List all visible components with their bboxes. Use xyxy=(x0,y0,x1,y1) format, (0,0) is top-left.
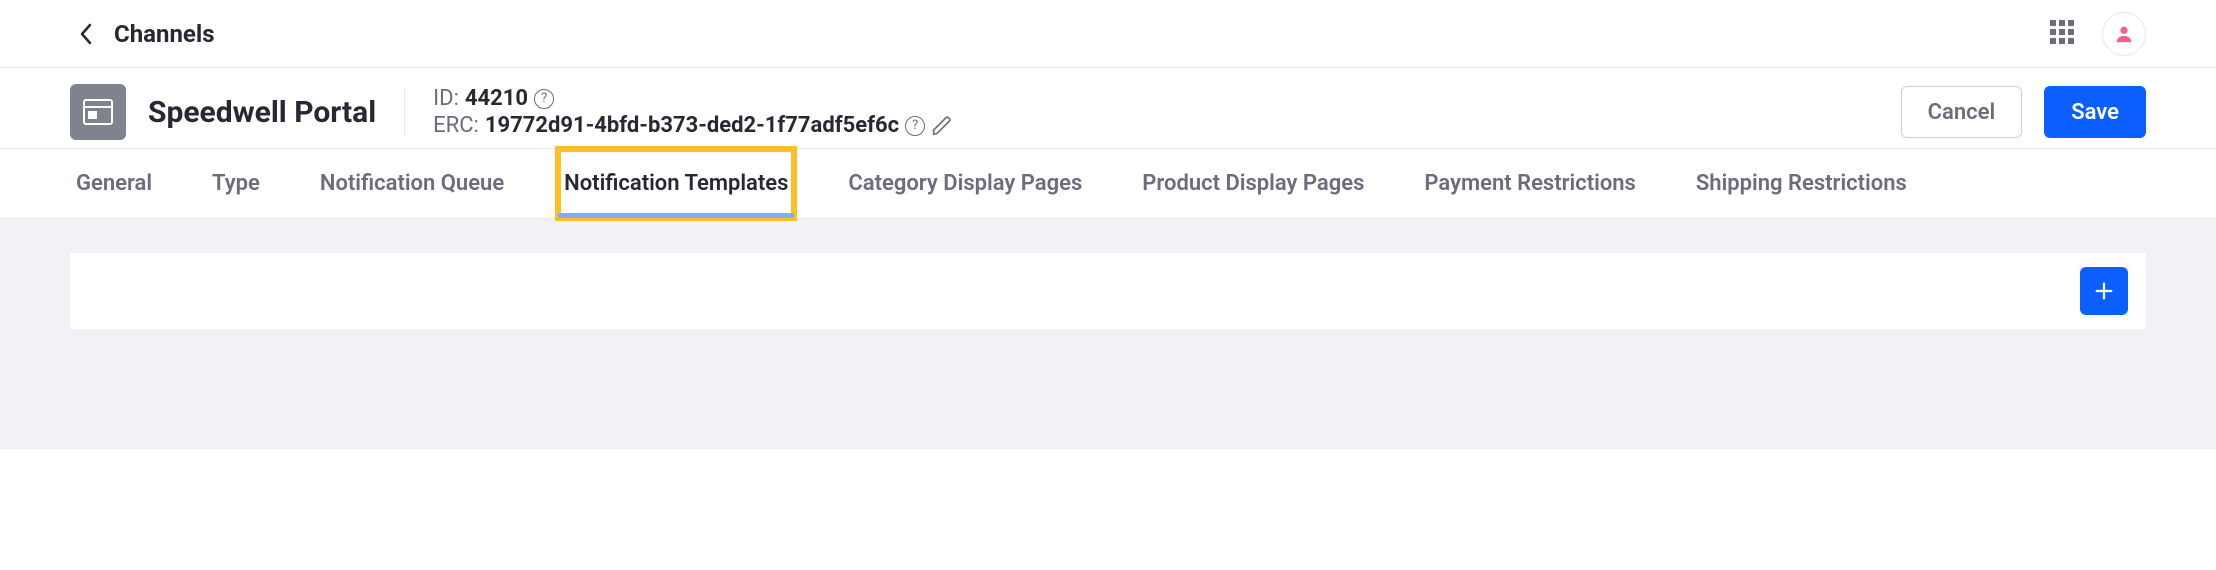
id-label: ID: xyxy=(433,86,459,111)
channel-meta: ID: 44210 ? ERC: 19772d91-4bfd-b373-ded2… xyxy=(433,86,953,138)
page-header: Speedwell Portal ID: 44210 ? ERC: 19772d… xyxy=(0,68,2216,149)
erc-help-icon[interactable]: ? xyxy=(905,116,925,136)
tab-notification-templates[interactable]: Notification Templates xyxy=(558,149,794,218)
tabs-bar: General Type Notification Queue Notificatio… xyxy=(0,149,2216,219)
tab-shipping-restrictions[interactable]: Shipping Restrictions xyxy=(1690,149,1913,218)
apps-menu-button[interactable] xyxy=(2050,20,2078,48)
chevron-left-icon xyxy=(78,22,94,46)
site-icon xyxy=(70,84,126,140)
divider xyxy=(404,88,405,136)
id-value: 44210 xyxy=(465,86,528,111)
erc-label: ERC: xyxy=(433,113,479,138)
user-avatar-button[interactable] xyxy=(2102,12,2146,56)
back-button[interactable] xyxy=(70,18,102,50)
erc-value: 19772d91-4bfd-b373-ded2-1f77adf5ef6c xyxy=(485,113,899,138)
top-bar: Channels xyxy=(0,0,2216,68)
site-page-icon xyxy=(83,99,113,125)
cancel-button[interactable]: Cancel xyxy=(1901,86,2023,138)
id-help-icon[interactable]: ? xyxy=(534,89,554,109)
tab-notification-queue[interactable]: Notification Queue xyxy=(314,149,510,218)
add-template-button[interactable] xyxy=(2080,267,2128,315)
save-button[interactable]: Save xyxy=(2044,86,2146,138)
breadcrumb-title: Channels xyxy=(114,20,215,48)
tab-payment-restrictions[interactable]: Payment Restrictions xyxy=(1418,149,1641,218)
tab-product-display-pages[interactable]: Product Display Pages xyxy=(1136,149,1370,218)
plus-icon xyxy=(2093,280,2115,302)
tab-category-display-pages[interactable]: Category Display Pages xyxy=(842,149,1088,218)
erc-edit-button[interactable] xyxy=(931,115,953,137)
content-area xyxy=(0,219,2216,449)
pencil-icon xyxy=(931,115,953,137)
templates-panel xyxy=(70,253,2146,329)
channel-name: Speedwell Portal xyxy=(148,95,376,130)
tab-type[interactable]: Type xyxy=(206,149,266,218)
tab-general[interactable]: General xyxy=(70,149,158,218)
user-avatar-icon xyxy=(2113,23,2135,45)
